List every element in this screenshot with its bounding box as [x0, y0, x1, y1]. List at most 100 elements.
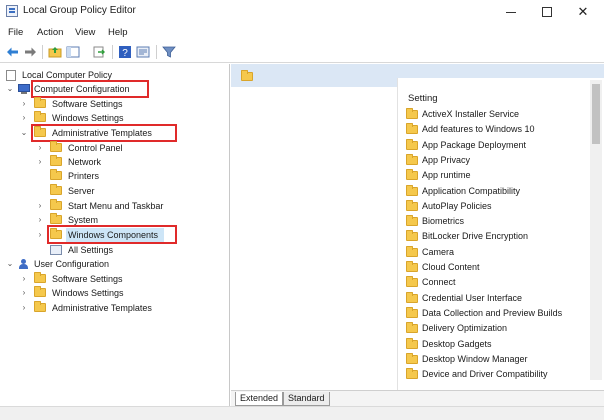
folder-icon	[34, 97, 46, 108]
folder-icon	[50, 141, 62, 152]
folder-icon	[406, 215, 418, 227]
folder-icon	[406, 184, 418, 196]
folder-icon	[50, 169, 62, 180]
folder-icon	[406, 230, 418, 242]
chevron-right-icon[interactable]: ›	[36, 141, 44, 155]
chevron-right-icon[interactable]: ›	[20, 286, 28, 300]
folder-icon	[50, 184, 62, 195]
tree-item-user-configuration[interactable]: ⌄ User Configuration	[4, 257, 204, 271]
list-item-label: Device and Driver Compatibility	[422, 369, 548, 380]
chevron-right-icon[interactable]: ›	[20, 111, 28, 125]
export-list-icon[interactable]	[92, 45, 106, 59]
list-item-label: BitLocker Drive Encryption	[422, 231, 529, 242]
vertical-scrollbar[interactable]	[590, 80, 602, 380]
chevron-right-icon[interactable]: ›	[36, 213, 44, 227]
menu-view[interactable]: View	[75, 27, 95, 38]
view-tabs: Extended Standard	[231, 390, 604, 406]
tree-item-user-software-settings[interactable]: › Software Settings	[20, 272, 220, 286]
minimize-button[interactable]	[494, 0, 528, 24]
list-item-label: App runtime	[422, 170, 471, 181]
folder-icon	[34, 111, 46, 122]
chevron-right-icon[interactable]: ›	[36, 199, 44, 213]
filter-icon[interactable]	[162, 45, 176, 59]
back-icon[interactable]	[6, 45, 20, 59]
window-title: Local Group Policy Editor	[23, 5, 136, 16]
chevron-down-icon[interactable]: ⌄	[6, 257, 14, 271]
folder-icon	[406, 123, 418, 135]
svg-text:?: ?	[122, 48, 128, 59]
list-item-label: App Package Deployment	[422, 139, 527, 150]
folder-icon	[406, 138, 418, 150]
tab-standard[interactable]: Standard	[283, 392, 330, 406]
folder-icon	[50, 199, 62, 210]
highlight-computer-configuration	[31, 80, 149, 98]
tree-item-start-menu-and-taskbar[interactable]: › Start Menu and Taskbar	[36, 199, 226, 213]
tree-item-all-settings[interactable]: All Settings	[36, 243, 226, 257]
up-folder-icon[interactable]	[48, 45, 62, 59]
folder-icon	[34, 272, 46, 283]
menu-action[interactable]: Action	[37, 27, 63, 38]
tree-item-software-settings[interactable]: › Software Settings	[20, 97, 220, 111]
show-hide-tree-icon[interactable]	[66, 45, 80, 59]
tree-item-windows-settings[interactable]: › Windows Settings	[20, 111, 220, 125]
tree-item-server[interactable]: Server	[36, 184, 226, 198]
maximize-button[interactable]	[530, 0, 564, 24]
group-policy-app-icon	[6, 5, 18, 17]
list-item-label: AutoPlay Policies	[422, 200, 492, 211]
title-bar: Local Group Policy Editor ✕	[0, 0, 604, 24]
list-item-label: Data Collection and Preview Builds	[422, 307, 563, 318]
properties-icon[interactable]	[136, 45, 150, 59]
settings-list-icon	[50, 245, 62, 255]
user-icon	[18, 259, 30, 269]
folder-icon	[406, 276, 418, 288]
list-item-label: Desktop Window Manager	[422, 353, 528, 364]
chevron-right-icon[interactable]: ›	[36, 228, 44, 242]
tree-item-network[interactable]: › Network	[36, 155, 226, 169]
list-item-label: Credential User Interface	[422, 292, 523, 303]
toolbar-separator	[112, 45, 113, 59]
policy-tree[interactable]: Local Computer Policy ⌄ Computer Configu…	[0, 64, 230, 406]
tab-extended[interactable]: Extended	[235, 392, 284, 406]
folder-icon	[406, 306, 418, 318]
folder-icon	[406, 352, 418, 364]
tree-item-user-administrative-templates[interactable]: › Administrative Templates	[20, 301, 220, 315]
help-icon[interactable]: ?	[118, 45, 132, 59]
list-item-label: Application Compatibility	[422, 185, 521, 196]
chevron-down-icon[interactable]: ⌄	[6, 82, 14, 96]
list-item-label: Add features to Windows 10	[422, 124, 535, 135]
highlight-windows-components	[47, 225, 177, 244]
minimize-icon	[506, 12, 516, 14]
close-icon: ✕	[577, 4, 589, 19]
list-item-label: Camera	[422, 246, 455, 257]
chevron-right-icon[interactable]: ›	[36, 155, 44, 169]
forward-icon[interactable]	[23, 45, 37, 59]
folder-icon	[406, 337, 418, 349]
list-item-label: Connect	[422, 277, 456, 288]
list-item-label: Desktop Gadgets	[422, 338, 492, 349]
column-header-setting[interactable]: Setting	[408, 93, 438, 104]
tree-item-printers[interactable]: Printers	[36, 169, 226, 183]
folder-icon	[241, 70, 253, 81]
folder-icon	[50, 213, 62, 224]
folder-icon	[406, 368, 418, 380]
scrollbar-thumb[interactable]	[592, 84, 600, 144]
menu-help[interactable]: Help	[108, 27, 128, 38]
folder-icon	[34, 301, 46, 312]
toolbar: ?	[0, 42, 604, 63]
chevron-down-icon[interactable]: ⌄	[20, 126, 28, 140]
menu-bar: File Action View Help	[0, 24, 604, 41]
tree-item-user-windows-settings[interactable]: › Windows Settings	[20, 286, 220, 300]
folder-icon	[406, 108, 418, 119]
close-button[interactable]: ✕	[566, 0, 600, 24]
description-area	[231, 87, 397, 390]
chevron-right-icon[interactable]: ›	[20, 272, 28, 286]
policy-document-icon	[6, 70, 16, 81]
maximize-icon	[542, 7, 552, 17]
chevron-right-icon[interactable]: ›	[20, 301, 28, 315]
tree-item-control-panel[interactable]: › Control Panel	[36, 141, 226, 155]
folder-icon	[406, 169, 418, 181]
chevron-right-icon[interactable]: ›	[20, 97, 28, 111]
menu-file[interactable]: File	[8, 27, 23, 38]
toolbar-separator	[42, 45, 43, 59]
highlight-administrative-templates	[31, 124, 177, 142]
